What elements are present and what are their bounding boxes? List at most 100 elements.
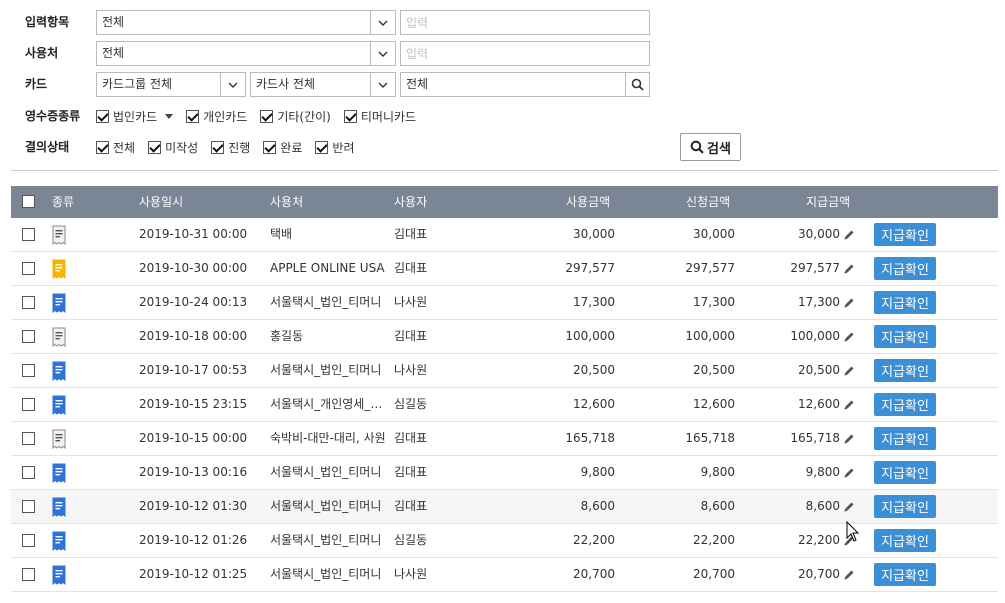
edit-pencil-icon[interactable] <box>843 467 855 479</box>
checkbox[interactable] <box>96 140 109 154</box>
checkbox[interactable] <box>315 140 329 154</box>
edit-pencil-icon[interactable] <box>843 331 855 343</box>
row-paid-amount: 17,300 <box>798 295 840 309</box>
status-rejected[interactable]: 반려 <box>315 139 355 156</box>
table-row[interactable]: 2019-10-31 00:00 택배 김대표 30,000 30,000 30,000 지… <box>11 218 998 252</box>
header-type: 종류 <box>52 195 75 209</box>
pay-confirm-button[interactable]: 지급확인 <box>874 495 936 518</box>
receipt-type-other[interactable]: 기타(간이) <box>260 108 331 125</box>
table-row[interactable]: 2019-10-18 00:00 홍길동 김대표 100,000 100,000 100,… <box>11 320 998 354</box>
pay-confirm-button[interactable]: 지급확인 <box>874 427 936 450</box>
edit-pencil-icon[interactable] <box>843 297 855 309</box>
row-vendor: 숙박비-대만-대리, 사원 <box>270 431 386 445</box>
table-row[interactable]: 2019-10-30 00:00 APPLE ONLINE USA 김대표 297,5… <box>11 252 998 286</box>
select-all-checkbox[interactable] <box>22 195 35 208</box>
row-checkbox[interactable] <box>22 432 35 445</box>
edit-pencil-icon[interactable] <box>843 569 855 581</box>
card-company-select[interactable]: 카드사 전체 <box>250 72 396 97</box>
row-checkbox[interactable] <box>22 534 35 547</box>
chevron-down-icon <box>220 73 245 96</box>
checkbox-label: 미작성 <box>165 140 199 155</box>
receipt-blue-icon <box>52 531 66 551</box>
card-search-field[interactable]: 전체 <box>400 72 650 97</box>
header-paid-amount: 지급금액 <box>806 195 851 209</box>
status-done[interactable]: 완료 <box>263 139 302 156</box>
receipt-type-tmoney[interactable]: 티머니카드 <box>343 108 417 125</box>
row-checkbox[interactable] <box>22 228 35 241</box>
row-checkbox[interactable] <box>22 466 35 479</box>
checkbox-label: 티머니카드 <box>360 109 417 124</box>
pay-confirm-button[interactable]: 지급확인 <box>874 529 936 552</box>
checkbox[interactable] <box>343 109 357 123</box>
edit-pencil-icon[interactable] <box>843 501 855 513</box>
edit-pencil-icon[interactable] <box>843 229 855 241</box>
row-vendor: 서울택시_법인_티머니 <box>270 465 382 479</box>
status-all[interactable]: 전체 <box>96 139 135 156</box>
table-row[interactable]: 2019-10-17 00:53 서울택시_법인_티머니 나사원 20,500 20,5… <box>11 354 998 388</box>
search-button[interactable]: 검색 <box>680 133 741 161</box>
vendor-select[interactable]: 전체 <box>96 41 396 66</box>
checkbox[interactable] <box>186 109 200 123</box>
vendor-text[interactable] <box>400 41 650 66</box>
edit-pencil-icon[interactable] <box>843 263 855 275</box>
row-checkbox[interactable] <box>22 398 35 411</box>
card-group-select[interactable]: 카드그룹 전체 <box>96 72 246 97</box>
table-row[interactable]: 2019-10-15 23:15 서울택시_개인영세_… 심길동 12,600 12,6… <box>11 388 998 422</box>
edit-pencil-icon[interactable] <box>843 365 855 377</box>
table-row[interactable]: 2019-10-24 00:13 서울택시_법인_티머니 나사원 17,300 17,3… <box>11 286 998 320</box>
receipt-blue-icon <box>52 463 66 483</box>
header-user: 사용자 <box>394 195 428 209</box>
edit-pencil-icon[interactable] <box>843 433 855 445</box>
pay-confirm-button[interactable]: 지급확인 <box>874 563 936 586</box>
receipt-type-personal[interactable]: 개인카드 <box>186 108 247 125</box>
checkbox-label: 법인카드 <box>113 109 158 124</box>
checkbox[interactable] <box>148 140 162 154</box>
pay-confirm-button[interactable]: 지급확인 <box>874 291 936 314</box>
checkbox[interactable] <box>96 109 109 123</box>
pay-confirm-button[interactable]: 지급확인 <box>874 257 936 280</box>
row-user: 김대표 <box>394 261 428 275</box>
row-checkbox[interactable] <box>22 262 35 275</box>
header-vendor: 사용처 <box>270 195 304 209</box>
row-date: 2019-10-12 01:26 <box>139 533 248 547</box>
checkbox[interactable] <box>260 109 274 123</box>
row-vendor: 홍길동 <box>270 329 304 343</box>
pay-confirm-button[interactable]: 지급확인 <box>874 359 936 382</box>
row-user: 나사원 <box>394 567 428 581</box>
receipt-type-corp[interactable]: 법인카드 <box>96 108 174 125</box>
checkbox[interactable] <box>263 140 277 154</box>
row-requested-amount: 297,577 <box>685 261 735 275</box>
pay-confirm-button[interactable]: 지급확인 <box>874 325 936 348</box>
row-requested-amount: 20,500 <box>693 363 735 377</box>
status-progress[interactable]: 진행 <box>211 139 250 156</box>
receipt-blue-icon <box>52 293 66 313</box>
pay-confirm-button[interactable]: 지급확인 <box>874 223 936 246</box>
edit-pencil-icon[interactable] <box>843 399 855 411</box>
input-item-select[interactable]: 전체 <box>96 10 396 35</box>
row-checkbox[interactable] <box>22 330 35 343</box>
row-checkbox[interactable] <box>22 500 35 513</box>
row-checkbox[interactable] <box>22 568 35 581</box>
row-checkbox[interactable] <box>22 364 35 377</box>
row-vendor: APPLE ONLINE USA <box>270 261 385 275</box>
caret-down-icon[interactable] <box>165 113 174 119</box>
row-used-amount: 8,600 <box>580 499 615 513</box>
receipt-type-options: 법인카드 개인카드 기타(간이) 티머니카드 <box>96 106 429 126</box>
table-header: 종류 사용일시 사용처 사용자 사용금액 신청금액 지급금액 <box>11 186 998 218</box>
pay-confirm-button[interactable]: 지급확인 <box>874 393 936 416</box>
row-used-amount: 20,700 <box>573 567 615 581</box>
search-icon[interactable] <box>625 73 649 96</box>
row-checkbox[interactable] <box>22 296 35 309</box>
row-used-amount: 30,000 <box>573 227 615 241</box>
table-row[interactable]: 2019-10-13 00:16 서울택시_법인_티머니 김대표 9,800 9,800… <box>11 456 998 490</box>
row-used-amount: 22,200 <box>573 533 615 547</box>
row-paid-amount: 9,800 <box>805 465 840 479</box>
input-item-text[interactable] <box>400 10 650 35</box>
checkbox[interactable] <box>211 140 225 154</box>
table-row[interactable]: 2019-10-12 01:30 서울택시_법인_티머니 김대표 8,600 8,600… <box>11 490 998 524</box>
table-row[interactable]: 2019-10-15 00:00 숙박비-대만-대리, 사원 김대표 165,718 1… <box>11 422 998 456</box>
pay-confirm-button[interactable]: 지급확인 <box>874 461 936 484</box>
status-unwritten[interactable]: 미작성 <box>148 139 198 156</box>
row-date: 2019-10-12 01:30 <box>139 499 248 513</box>
table-row[interactable]: 2019-10-12 01:25 서울택시_법인_티머니 나사원 20,700 20,7… <box>11 558 998 592</box>
